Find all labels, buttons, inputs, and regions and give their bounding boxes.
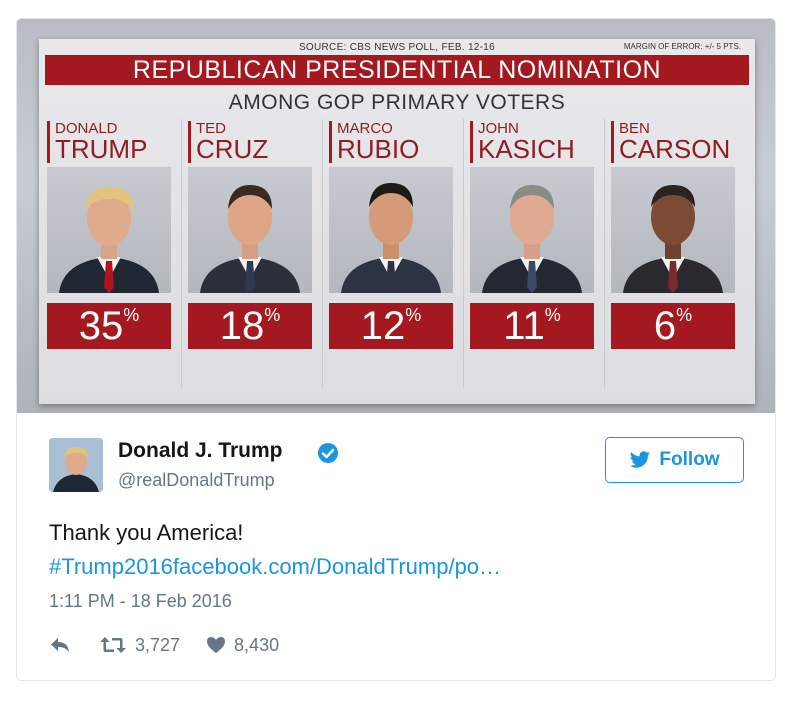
candidate-photo xyxy=(47,167,171,293)
candidate-photo xyxy=(470,167,594,293)
candidate-column-trump: DONALD TRUMP 35% xyxy=(41,119,175,399)
candidate-percent: 12% xyxy=(329,303,453,349)
candidate-photo xyxy=(188,167,312,293)
tweet-text: Thank you America! xyxy=(49,520,244,545)
retweet-icon xyxy=(100,637,126,653)
like-count: 8,430 xyxy=(234,634,280,655)
poll-margin-of-error: MARGIN OF ERROR: +/- 5 PTS. xyxy=(623,42,741,51)
candidate-last-name: KASICH xyxy=(470,135,575,163)
follow-button[interactable]: Follow xyxy=(605,437,744,483)
candidate-percent: 11% xyxy=(470,303,594,349)
retweet-count: 3,727 xyxy=(135,634,181,655)
profile-photo-icon xyxy=(49,438,103,492)
percent-value: 11 xyxy=(503,304,545,348)
candidate-last-name: CRUZ xyxy=(188,135,268,163)
display-name[interactable]: Donald J. Trump xyxy=(118,439,283,463)
percent-sign: % xyxy=(264,305,281,325)
percent-sign: % xyxy=(405,305,422,325)
candidate-column-cruz: TED CRUZ 18% xyxy=(182,119,316,399)
reply-button[interactable] xyxy=(49,636,71,654)
tweet-actions: 3,727 8,430 xyxy=(49,632,279,658)
percent-sign: % xyxy=(544,305,561,325)
candidate-last-name: TRUMP xyxy=(47,135,147,163)
poll-title: REPUBLICAN PRESIDENTIAL NOMINATION xyxy=(45,55,749,85)
avatar[interactable] xyxy=(49,438,103,492)
percent-value: 18 xyxy=(219,304,265,348)
candidate-portrait-icon xyxy=(59,186,159,293)
candidate-portrait-icon xyxy=(623,185,723,293)
candidate-portrait-icon xyxy=(482,185,582,293)
retweet-button[interactable]: 3,727 xyxy=(99,635,180,656)
tweet-card: SOURCE: CBS NEWS POLL, FEB. 12-16 MARGIN… xyxy=(16,18,776,681)
candidate-photo xyxy=(611,167,735,293)
candidate-photo xyxy=(329,167,453,293)
candidate-percent: 6% xyxy=(611,303,735,349)
tweet-link[interactable]: #Trump2016facebook.com/DonaldTrump/po… xyxy=(49,554,501,580)
like-button[interactable]: 8,430 xyxy=(206,635,279,656)
poll-subtitle: AMONG GOP PRIMARY VOTERS xyxy=(228,91,566,114)
tweet-media-image[interactable]: SOURCE: CBS NEWS POLL, FEB. 12-16 MARGIN… xyxy=(17,19,775,413)
user-handle[interactable]: @realDonaldTrump xyxy=(118,470,275,491)
candidate-last-name: CARSON xyxy=(611,135,730,163)
heart-icon xyxy=(207,637,226,653)
candidate-portrait-icon xyxy=(200,185,300,293)
percent-value: 6 xyxy=(653,304,677,348)
verified-badge-icon xyxy=(318,443,338,463)
poll-graphic: SOURCE: CBS NEWS POLL, FEB. 12-16 MARGIN… xyxy=(39,39,755,404)
candidate-portrait-icon xyxy=(341,183,441,293)
percent-sign: % xyxy=(123,305,140,325)
candidate-column-carson: BEN CARSON 6% xyxy=(605,119,739,399)
candidate-percent: 18% xyxy=(188,303,312,349)
reply-icon xyxy=(51,638,69,652)
percent-sign: % xyxy=(676,305,693,325)
candidate-column-rubio: MARCO RUBIO 12% xyxy=(323,119,457,399)
percent-value: 35 xyxy=(78,304,124,348)
candidate-last-name: RUBIO xyxy=(329,135,419,163)
candidate-percent: 35% xyxy=(47,303,171,349)
follow-label: Follow xyxy=(659,449,720,470)
twitter-bird-icon xyxy=(630,451,651,468)
tweet-timestamp[interactable]: 1:11 PM - 18 Feb 2016 xyxy=(49,591,232,612)
percent-value: 12 xyxy=(360,304,406,348)
candidate-column-kasich: JOHN KASICH 11% xyxy=(464,119,598,399)
